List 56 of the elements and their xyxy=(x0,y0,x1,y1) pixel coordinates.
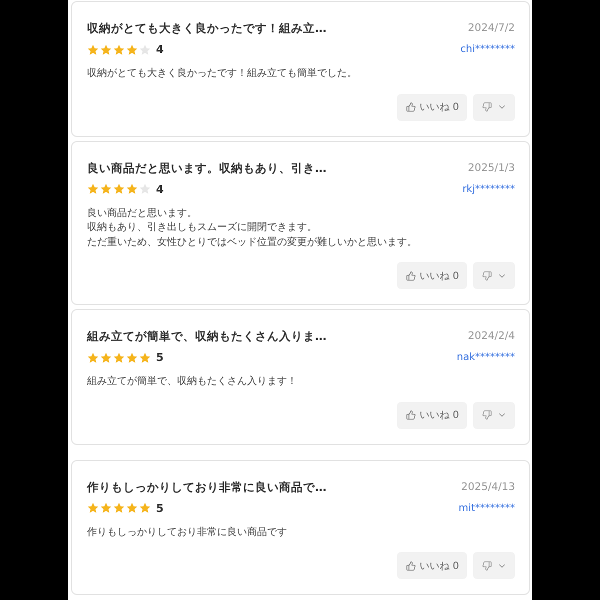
review-title: 作りもしっかりしており非常に良い商品で… xyxy=(87,480,328,494)
review-text: 収納がとても大きく良かったです！組み立ても簡単でした。 xyxy=(87,67,358,81)
review-date: 2025/4/13 xyxy=(460,480,515,494)
star-icon xyxy=(100,183,112,195)
like-button[interactable]: いいね 0 xyxy=(397,552,467,579)
review-title: 収納がとても大きく良かったです！組み立… xyxy=(87,21,328,36)
review-date: 2024/7/2 xyxy=(466,21,515,36)
star-icon xyxy=(126,352,138,364)
thumbs-down-icon xyxy=(482,410,492,420)
like-button[interactable]: いいね 0 xyxy=(397,262,467,289)
star-icon xyxy=(87,352,99,364)
star-icon xyxy=(139,352,151,364)
star-icon xyxy=(87,183,99,195)
star-icon xyxy=(126,44,138,56)
review-title: 組み立てが簡単で、収納もたくさん入りま… xyxy=(87,329,328,344)
star-icon xyxy=(87,502,99,514)
reviewer-name[interactable]: rkj******** xyxy=(462,182,515,196)
review-title: 良い商品だと思います。収納もあり、引き… xyxy=(87,160,328,176)
thumbs-up-icon xyxy=(406,560,416,570)
thumbs-down-icon xyxy=(482,560,492,570)
star-icon xyxy=(113,502,125,514)
review-text: 作りもしっかりしており非常に良い商品です xyxy=(87,526,288,540)
star-icon xyxy=(100,502,112,514)
rating-value: 4 xyxy=(156,182,164,196)
thumbs-up-icon xyxy=(406,410,416,420)
thumbs-down-icon xyxy=(482,270,492,280)
rating-value: 5 xyxy=(156,351,164,364)
rating-value: 4 xyxy=(156,43,164,56)
reviewer-name[interactable]: nak******** xyxy=(456,350,515,365)
dislike-menu-button[interactable] xyxy=(473,262,515,289)
rating-value: 5 xyxy=(156,502,164,514)
star-icon xyxy=(87,44,99,56)
star-icon xyxy=(100,352,112,364)
review-text: 良い商品だと思います。 収納もあり、引き出しもスムーズに開閉できます。 ただ重いため、女性ひとりではベッド位置の変更が難しいかと思います。 xyxy=(87,206,418,250)
review-date: 2024/2/4 xyxy=(466,329,515,344)
star-icon xyxy=(139,44,151,56)
thumbs-up-icon xyxy=(406,102,416,112)
reviewer-name[interactable]: chi******** xyxy=(460,42,515,57)
star-icon xyxy=(113,44,125,56)
dislike-menu-button[interactable] xyxy=(473,402,515,428)
star-icon xyxy=(113,352,125,364)
star-icon xyxy=(113,183,125,195)
star-icon xyxy=(139,183,151,195)
review-date: 2025/1/3 xyxy=(466,160,515,176)
thumbs-down-icon xyxy=(482,102,492,112)
review-text: 組み立てが簡単で、収納もたくさん入ります！ xyxy=(87,375,298,389)
like-button[interactable]: いいね 0 xyxy=(397,94,467,120)
star-icon xyxy=(126,502,138,514)
like-button[interactable]: いいね 0 xyxy=(397,402,467,428)
star-icon xyxy=(139,502,151,514)
star-icon xyxy=(126,183,138,195)
dislike-menu-button[interactable] xyxy=(473,94,515,120)
star-icon xyxy=(100,44,112,56)
reviewer-name[interactable]: mit******** xyxy=(458,500,515,516)
thumbs-up-icon xyxy=(406,270,416,280)
dislike-menu-button[interactable] xyxy=(473,552,515,579)
